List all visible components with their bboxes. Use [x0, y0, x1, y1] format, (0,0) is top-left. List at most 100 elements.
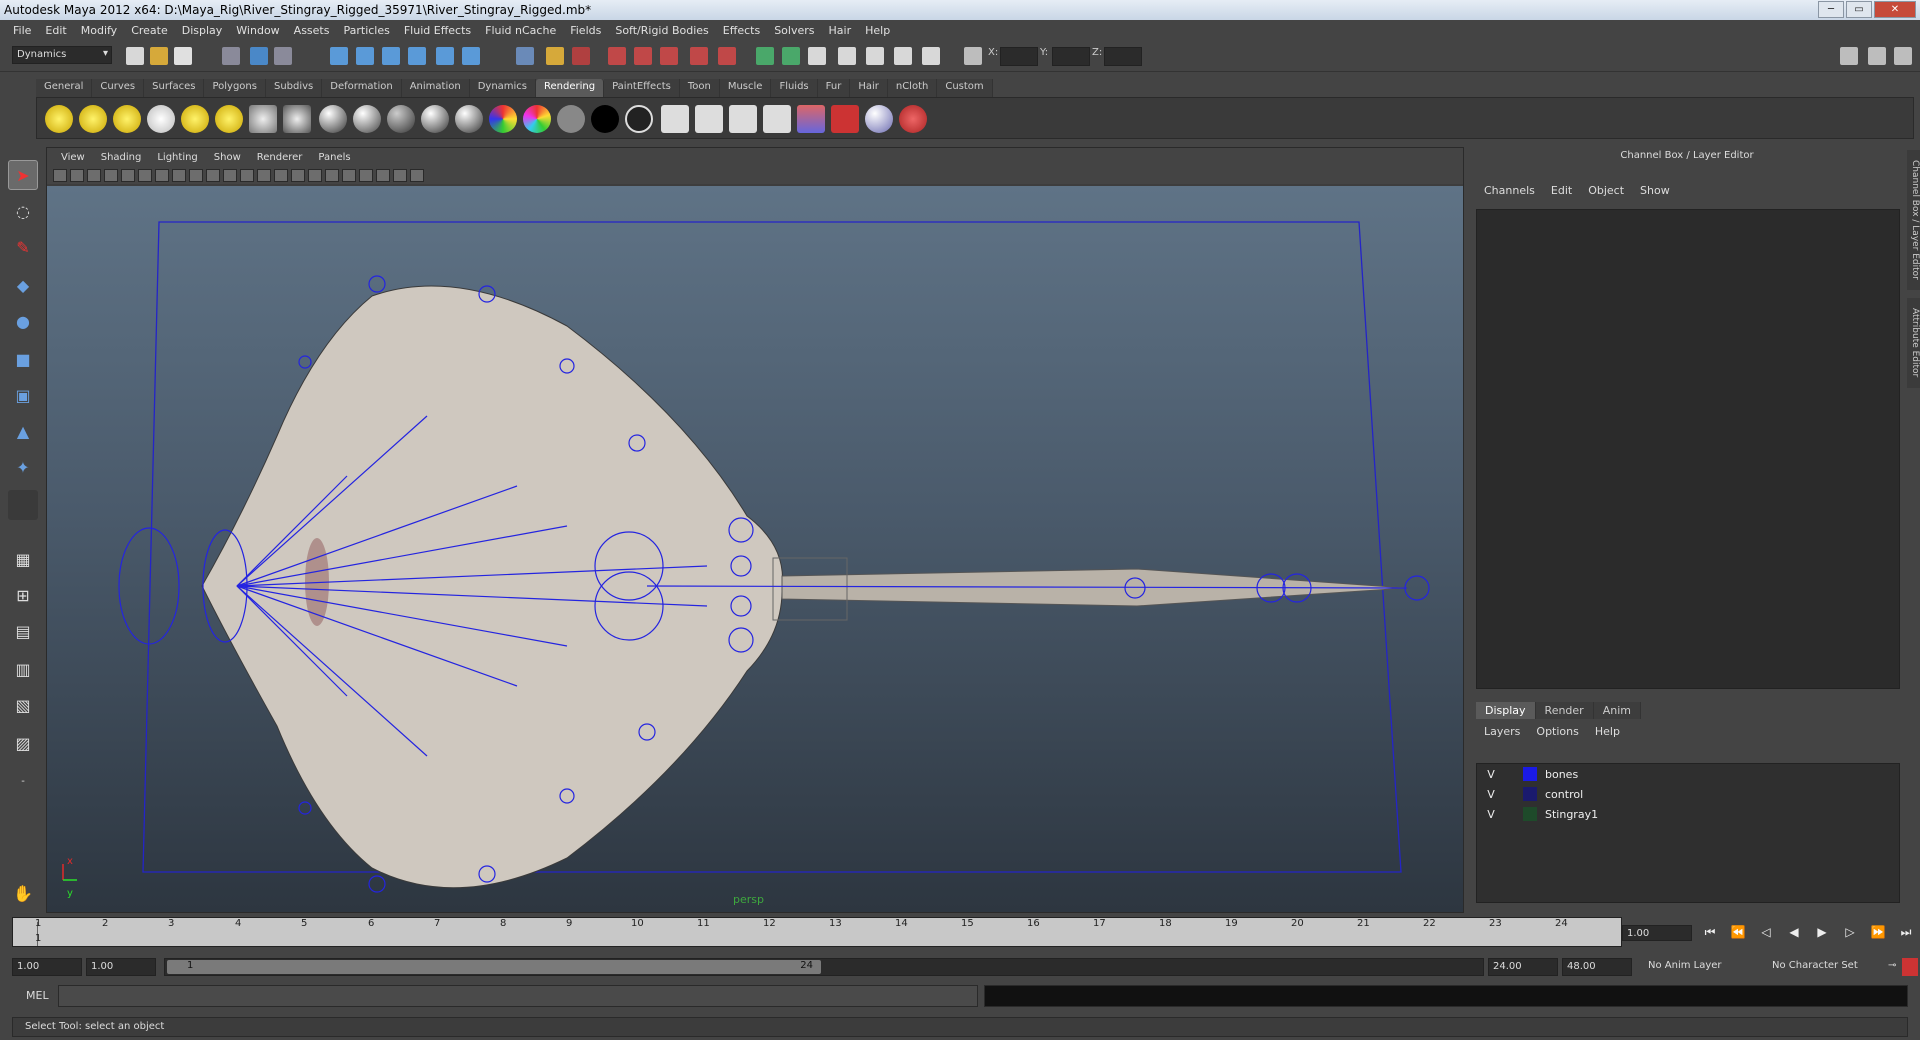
live-surface-icon[interactable]	[436, 47, 454, 65]
xray-icon[interactable]	[376, 168, 390, 182]
four-view-layout-icon[interactable]: ⊞	[8, 580, 38, 610]
modeling-toolkit-icon[interactable]	[838, 47, 856, 65]
viewport-menu-lighting[interactable]: Lighting	[149, 152, 205, 163]
menu-fields[interactable]: Fields	[563, 24, 608, 37]
phong-material-icon[interactable]	[421, 105, 449, 133]
history-icon[interactable]	[462, 47, 480, 65]
volume-light-icon[interactable]	[215, 105, 243, 133]
blinn-material-icon[interactable]	[353, 105, 381, 133]
render-settings-icon[interactable]	[634, 47, 652, 65]
layer-color-swatch[interactable]	[1523, 807, 1537, 821]
lasso-tool-icon[interactable]: ◌	[8, 196, 38, 226]
cb-menu-object[interactable]: Object	[1580, 184, 1632, 197]
perspective-viewport[interactable]: x y persp	[47, 186, 1463, 912]
character-set-dropdown[interactable]: No Character Set	[1768, 958, 1878, 976]
minimize-button[interactable]: ─	[1818, 1, 1844, 18]
menu-window[interactable]: Window	[229, 24, 286, 37]
tab-curves[interactable]: Curves	[92, 79, 145, 97]
menu-hair[interactable]: Hair	[822, 24, 859, 37]
input-line-icon[interactable]	[756, 47, 774, 65]
grid-toggle-icon[interactable]	[138, 168, 152, 182]
outliner-layout-icon[interactable]: ▤	[8, 616, 38, 646]
layer-menu-help[interactable]: Help	[1587, 725, 1628, 738]
menu-fluid-effects[interactable]: Fluid Effects	[397, 24, 478, 37]
tab-rendering[interactable]: Rendering	[536, 79, 605, 97]
camera-attributes-icon[interactable]	[70, 168, 84, 182]
tab-subdivs[interactable]: Subdivs	[265, 79, 323, 97]
range-slider-handle[interactable]: 1 24	[167, 960, 821, 974]
default-lighting-icon[interactable]	[325, 168, 339, 182]
save-scene-icon[interactable]	[174, 47, 192, 65]
step-forward-key-icon[interactable]: ⏩	[1868, 925, 1888, 941]
command-input[interactable]	[58, 985, 978, 1007]
tab-animation[interactable]: Animation	[401, 79, 470, 97]
smooth-shade-icon[interactable]	[274, 168, 288, 182]
viewport-menu-show[interactable]: Show	[206, 152, 249, 163]
scale-tool-icon[interactable]: ■	[8, 344, 38, 374]
layer-menu-layers[interactable]: Layers	[1476, 725, 1528, 738]
render-view-icon[interactable]	[718, 47, 736, 65]
select-camera-icon[interactable]	[53, 168, 67, 182]
menu-modify[interactable]: Modify	[74, 24, 124, 37]
close-button[interactable]: ✕	[1874, 1, 1916, 18]
tab-custom[interactable]: Custom	[937, 79, 993, 97]
output-line-icon[interactable]	[782, 47, 800, 65]
shadows-icon[interactable]	[359, 168, 373, 182]
layout-toggle-icon[interactable]	[1840, 47, 1858, 65]
tab-dynamics[interactable]: Dynamics	[469, 79, 537, 97]
menu-solvers[interactable]: Solvers	[767, 24, 821, 37]
high-quality-icon[interactable]	[410, 168, 424, 182]
select-object-icon[interactable]	[250, 47, 268, 65]
wireframe-on-shaded-icon[interactable]	[291, 168, 305, 182]
menu-set-dropdown[interactable]: Dynamics	[12, 46, 112, 64]
render-settings-window-icon[interactable]	[729, 105, 757, 133]
viewport-menu-panels[interactable]: Panels	[310, 152, 358, 163]
cb-menu-channels[interactable]: Channels	[1476, 184, 1543, 197]
last-tool-icon[interactable]	[8, 490, 38, 520]
channel-box-toggle-icon[interactable]	[1894, 47, 1912, 65]
render-layer-icon[interactable]	[249, 105, 277, 133]
isolate-select-icon[interactable]	[393, 168, 407, 182]
spot-light-icon[interactable]	[147, 105, 175, 133]
layer-tab-render[interactable]: Render	[1535, 702, 1594, 719]
textured-icon[interactable]	[308, 168, 322, 182]
point-light-icon[interactable]	[113, 105, 141, 133]
layer-row[interactable]: V Stingray1	[1477, 804, 1899, 824]
menu-fluid-ncache[interactable]: Fluid nCache	[478, 24, 563, 37]
persp-outliner-layout-icon[interactable]: ▨	[8, 728, 38, 758]
go-to-start-icon[interactable]: ⏮	[1700, 925, 1720, 941]
quick-layout-icon[interactable]: ✋	[8, 878, 38, 908]
command-language-label[interactable]: MEL	[26, 989, 49, 1002]
show-manipulator-icon[interactable]: ✦	[8, 452, 38, 482]
transform-mode-icon[interactable]	[964, 47, 982, 65]
hypershade-icon[interactable]	[660, 47, 678, 65]
select-component-icon[interactable]	[274, 47, 292, 65]
auto-key-icon[interactable]: ⊸	[1884, 958, 1900, 976]
safe-title-icon[interactable]	[240, 168, 254, 182]
tab-toon[interactable]: Toon	[679, 79, 720, 97]
tab-ncloth[interactable]: nCloth	[887, 79, 938, 97]
layer-tab-display[interactable]: Display	[1476, 702, 1536, 719]
resolution-gate-icon[interactable]	[172, 168, 186, 182]
select-tool-icon[interactable]: ➤	[8, 160, 38, 190]
film-gate-icon[interactable]	[155, 168, 169, 182]
field-chart-icon[interactable]	[206, 168, 220, 182]
snap-plane-icon[interactable]	[408, 47, 426, 65]
maximize-button[interactable]: ▭	[1846, 1, 1872, 18]
move-tool-icon[interactable]: ◆	[8, 270, 38, 300]
ramp-shader-icon[interactable]	[523, 105, 551, 133]
camera-icon[interactable]	[283, 105, 311, 133]
lock-icon[interactable]	[546, 47, 564, 65]
go-to-end-icon[interactable]: ⏭	[1896, 925, 1916, 941]
time-slider[interactable]: 1 2 3 4 5 6 7 8 9 10 11 12 13 14 15 16 1…	[12, 917, 1622, 947]
playback-start-field[interactable]: 1.00	[86, 958, 156, 976]
x-input[interactable]	[1000, 47, 1038, 66]
sidebar-toggle-icon[interactable]	[808, 47, 826, 65]
paint-select-tool-icon[interactable]: ✎	[8, 232, 38, 262]
universal-manipulator-icon[interactable]: ▣	[8, 380, 38, 410]
attribute-editor-toggle-icon[interactable]	[1868, 47, 1886, 65]
hypershade-window-icon[interactable]	[661, 105, 689, 133]
layer-tab-anim[interactable]: Anim	[1593, 702, 1641, 719]
phonge-material-icon[interactable]	[455, 105, 483, 133]
y-input[interactable]	[1052, 47, 1090, 66]
